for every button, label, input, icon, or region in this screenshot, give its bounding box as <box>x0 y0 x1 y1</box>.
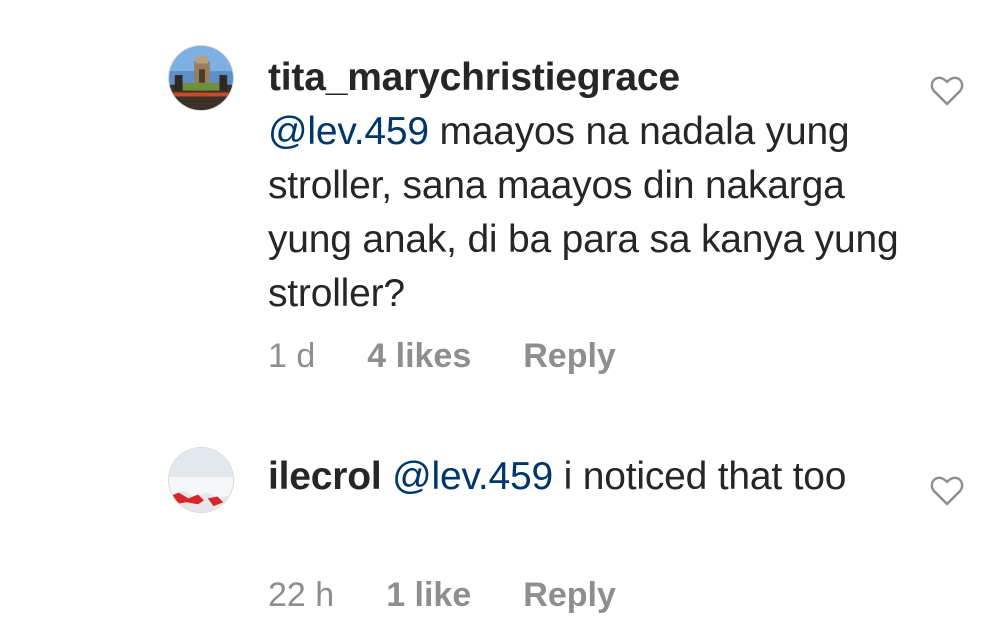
comment-text: tita_marychristiegrace @lev.459 maayos n… <box>268 51 908 321</box>
mention-link[interactable]: @lev.459 <box>268 110 429 153</box>
avatar-landscape-image <box>169 46 233 110</box>
heart-outline-icon[interactable] <box>930 76 964 106</box>
heart-outline-icon[interactable] <box>930 476 964 506</box>
mention-link[interactable]: @lev.459 <box>392 455 553 498</box>
comment-message: i noticed that too <box>553 455 847 498</box>
comment-meta: 22 h 1 like Reply <box>268 576 616 615</box>
comment-timestamp: 1 d <box>268 337 316 375</box>
reply-button[interactable]: Reply <box>523 576 616 615</box>
reply-button[interactable]: Reply <box>523 337 616 376</box>
comment-username[interactable]: ilecrol <box>268 455 382 498</box>
user-avatar[interactable] <box>168 45 234 111</box>
avatar-snow-image <box>169 448 233 512</box>
comment-likes-count[interactable]: 4 likes <box>367 337 471 376</box>
user-avatar[interactable] <box>168 447 234 513</box>
comment-text: ilecrol @lev.459 i noticed that too <box>268 450 908 504</box>
comment-username[interactable]: tita_marychristiegrace <box>268 56 680 99</box>
comment-likes-count[interactable]: 1 like <box>386 576 471 615</box>
comment-meta: 1 d 4 likes Reply <box>268 337 616 376</box>
comment-timestamp: 22 h <box>268 576 335 614</box>
